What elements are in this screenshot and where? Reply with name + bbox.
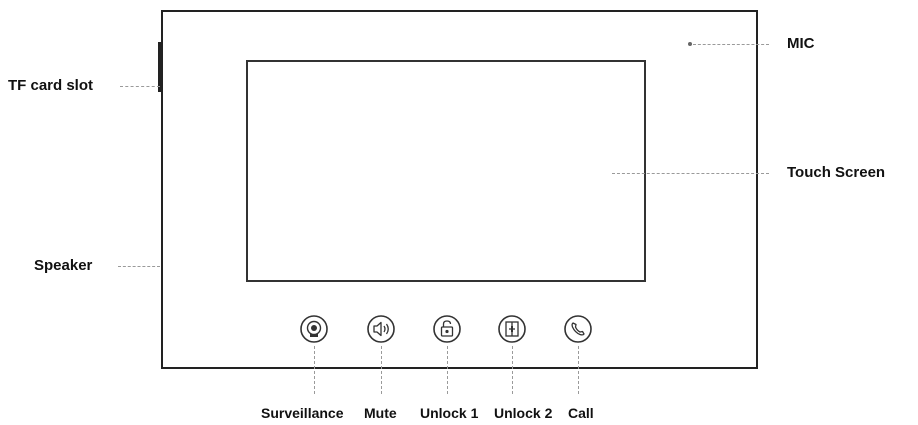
camera-icon[interactable] [299,314,329,344]
surveillance-label: Surveillance [261,405,344,421]
touch-screen-leader [612,173,769,174]
unlock-icon[interactable] [432,314,462,344]
speaker-leader [118,266,160,267]
touch-screen [246,60,646,282]
mic-label: MIC [787,35,815,52]
unlock-1-label: Unlock 1 [420,405,479,421]
mute-label: Mute [364,405,397,421]
unlock-2-label: Unlock 2 [494,405,553,421]
mic-leader [693,44,769,45]
mic-hole [688,42,692,46]
unlock-1-leader [447,346,448,394]
unlock-2-leader [512,346,513,394]
call-leader [578,346,579,394]
speaker-icon[interactable] [366,314,396,344]
tf-card-slot [158,42,162,92]
surveillance-leader [314,346,315,394]
speaker-label: Speaker [34,257,93,274]
door-icon[interactable] [497,314,527,344]
touch-screen-label: Touch Screen [787,164,886,181]
tf-card-slot-leader [120,86,160,87]
call-label: Call [568,405,594,421]
tf-card-slot-label: TF card slot [8,77,94,94]
phone-icon[interactable] [563,314,593,344]
mute-leader [381,346,382,394]
